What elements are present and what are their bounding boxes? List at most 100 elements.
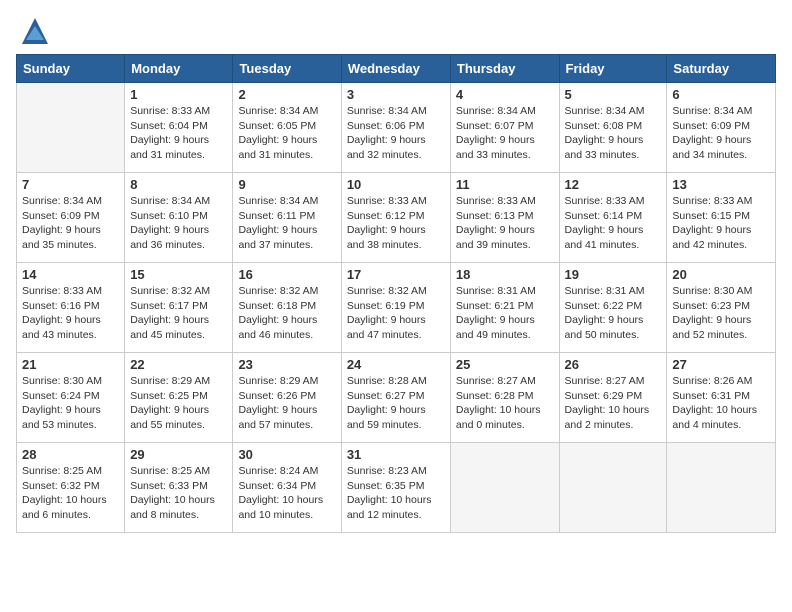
day-info: Sunrise: 8:30 AM Sunset: 6:23 PM Dayligh… [672, 284, 770, 343]
calendar-cell: 22 Sunrise: 8:29 AM Sunset: 6:25 PM Dayli… [125, 353, 233, 443]
calendar-cell: 25 Sunrise: 8:27 AM Sunset: 6:28 PM Dayli… [450, 353, 559, 443]
day-number: 9 [238, 177, 335, 192]
day-number: 21 [22, 357, 119, 372]
day-number: 29 [130, 447, 227, 462]
day-number: 5 [565, 87, 662, 102]
day-number: 26 [565, 357, 662, 372]
calendar-cell [17, 83, 125, 173]
calendar-cell: 21 Sunrise: 8:30 AM Sunset: 6:24 PM Dayli… [17, 353, 125, 443]
calendar-cell: 10 Sunrise: 8:33 AM Sunset: 6:12 PM Dayli… [341, 173, 450, 263]
day-info: Sunrise: 8:33 AM Sunset: 6:14 PM Dayligh… [565, 194, 662, 253]
day-number: 28 [22, 447, 119, 462]
day-info: Sunrise: 8:24 AM Sunset: 6:34 PM Dayligh… [238, 464, 335, 523]
day-info: Sunrise: 8:34 AM Sunset: 6:11 PM Dayligh… [238, 194, 335, 253]
week-row-5: 28 Sunrise: 8:25 AM Sunset: 6:32 PM Dayli… [17, 443, 776, 533]
calendar-cell: 19 Sunrise: 8:31 AM Sunset: 6:22 PM Dayli… [559, 263, 667, 353]
day-info: Sunrise: 8:25 AM Sunset: 6:32 PM Dayligh… [22, 464, 119, 523]
day-info: Sunrise: 8:34 AM Sunset: 6:08 PM Dayligh… [565, 104, 662, 163]
day-info: Sunrise: 8:34 AM Sunset: 6:09 PM Dayligh… [672, 104, 770, 163]
calendar-header-row: SundayMondayTuesdayWednesdayThursdayFrid… [17, 55, 776, 83]
day-number: 20 [672, 267, 770, 282]
day-number: 11 [456, 177, 554, 192]
day-info: Sunrise: 8:29 AM Sunset: 6:26 PM Dayligh… [238, 374, 335, 433]
calendar-cell: 29 Sunrise: 8:25 AM Sunset: 6:33 PM Dayli… [125, 443, 233, 533]
calendar-cell: 18 Sunrise: 8:31 AM Sunset: 6:21 PM Dayli… [450, 263, 559, 353]
header-thursday: Thursday [450, 55, 559, 83]
day-number: 24 [347, 357, 445, 372]
calendar-cell: 3 Sunrise: 8:34 AM Sunset: 6:06 PM Daylig… [341, 83, 450, 173]
day-info: Sunrise: 8:23 AM Sunset: 6:35 PM Dayligh… [347, 464, 445, 523]
calendar-cell: 12 Sunrise: 8:33 AM Sunset: 6:14 PM Dayli… [559, 173, 667, 263]
day-number: 14 [22, 267, 119, 282]
day-number: 18 [456, 267, 554, 282]
calendar-cell: 8Sunrise: 8:34 AM Sunset: 6:10 PM Daylig… [125, 173, 233, 263]
day-number: 31 [347, 447, 445, 462]
calendar-cell: 4 Sunrise: 8:34 AM Sunset: 6:07 PM Daylig… [450, 83, 559, 173]
day-info: Sunrise: 8:27 AM Sunset: 6:28 PM Dayligh… [456, 374, 554, 433]
calendar-cell: 20 Sunrise: 8:30 AM Sunset: 6:23 PM Dayli… [667, 263, 776, 353]
day-number: 3 [347, 87, 445, 102]
calendar-cell [450, 443, 559, 533]
page-header [16, 16, 776, 46]
day-info: Sunrise: 8:33 AM Sunset: 6:16 PM Dayligh… [22, 284, 119, 343]
day-info: Sunrise: 8:33 AM Sunset: 6:13 PM Dayligh… [456, 194, 554, 253]
day-number: 6 [672, 87, 770, 102]
calendar-cell: 17 Sunrise: 8:32 AM Sunset: 6:19 PM Dayli… [341, 263, 450, 353]
day-info: Sunrise: 8:34 AM Sunset: 6:06 PM Dayligh… [347, 104, 445, 163]
day-number: 22 [130, 357, 227, 372]
day-info: Sunrise: 8:32 AM Sunset: 6:19 PM Dayligh… [347, 284, 445, 343]
day-number: 25 [456, 357, 554, 372]
day-number: 1 [130, 87, 227, 102]
day-info: Sunrise: 8:29 AM Sunset: 6:25 PM Dayligh… [130, 374, 227, 433]
day-number: 12 [565, 177, 662, 192]
calendar-cell: 1 Sunrise: 8:33 AM Sunset: 6:04 PM Daylig… [125, 83, 233, 173]
day-info: Sunrise: 8:33 AM Sunset: 6:04 PM Dayligh… [130, 104, 227, 163]
day-number: 16 [238, 267, 335, 282]
calendar-cell: 7 Sunrise: 8:34 AM Sunset: 6:09 PM Daylig… [17, 173, 125, 263]
calendar-cell: 6 Sunrise: 8:34 AM Sunset: 6:09 PM Daylig… [667, 83, 776, 173]
day-info: Sunrise: 8:34 AM Sunset: 6:09 PM Dayligh… [22, 194, 119, 253]
logo [16, 16, 50, 46]
calendar-cell: 9 Sunrise: 8:34 AM Sunset: 6:11 PM Daylig… [233, 173, 341, 263]
day-info: Sunrise: 8:34 AM Sunset: 6:07 PM Dayligh… [456, 104, 554, 163]
calendar-cell: 31 Sunrise: 8:23 AM Sunset: 6:35 PM Dayli… [341, 443, 450, 533]
day-info: Sunrise: 8:28 AM Sunset: 6:27 PM Dayligh… [347, 374, 445, 433]
day-info: Sunrise: 8:25 AM Sunset: 6:33 PM Dayligh… [130, 464, 227, 523]
calendar-cell: 23 Sunrise: 8:29 AM Sunset: 6:26 PM Dayli… [233, 353, 341, 443]
calendar-table: SundayMondayTuesdayWednesdayThursdayFrid… [16, 54, 776, 533]
day-info: Sunrise: 8:31 AM Sunset: 6:22 PM Dayligh… [565, 284, 662, 343]
week-row-4: 21 Sunrise: 8:30 AM Sunset: 6:24 PM Dayli… [17, 353, 776, 443]
week-row-1: 1 Sunrise: 8:33 AM Sunset: 6:04 PM Daylig… [17, 83, 776, 173]
calendar-cell [667, 443, 776, 533]
calendar-cell: 27Sunrise: 8:26 AM Sunset: 6:31 PM Dayli… [667, 353, 776, 443]
header-friday: Friday [559, 55, 667, 83]
header-wednesday: Wednesday [341, 55, 450, 83]
day-number: 7 [22, 177, 119, 192]
day-info: Sunrise: 8:33 AM Sunset: 6:12 PM Dayligh… [347, 194, 445, 253]
day-info: Sunrise: 8:27 AM Sunset: 6:29 PM Dayligh… [565, 374, 662, 433]
calendar-cell: 28 Sunrise: 8:25 AM Sunset: 6:32 PM Dayli… [17, 443, 125, 533]
calendar-cell: 5 Sunrise: 8:34 AM Sunset: 6:08 PM Daylig… [559, 83, 667, 173]
day-info: Sunrise: 8:34 AM Sunset: 6:05 PM Dayligh… [238, 104, 335, 163]
day-info: Sunrise: 8:32 AM Sunset: 6:18 PM Dayligh… [238, 284, 335, 343]
calendar-cell: 24 Sunrise: 8:28 AM Sunset: 6:27 PM Dayli… [341, 353, 450, 443]
day-number: 15 [130, 267, 227, 282]
day-info: Sunrise: 8:31 AM Sunset: 6:21 PM Dayligh… [456, 284, 554, 343]
calendar-cell: 30Sunrise: 8:24 AM Sunset: 6:34 PM Dayli… [233, 443, 341, 533]
calendar-cell: 14 Sunrise: 8:33 AM Sunset: 6:16 PM Dayli… [17, 263, 125, 353]
header-monday: Monday [125, 55, 233, 83]
day-number: 17 [347, 267, 445, 282]
week-row-2: 7 Sunrise: 8:34 AM Sunset: 6:09 PM Daylig… [17, 173, 776, 263]
day-number: 4 [456, 87, 554, 102]
day-number: 23 [238, 357, 335, 372]
day-info: Sunrise: 8:30 AM Sunset: 6:24 PM Dayligh… [22, 374, 119, 433]
calendar-cell: 26 Sunrise: 8:27 AM Sunset: 6:29 PM Dayli… [559, 353, 667, 443]
day-number: 10 [347, 177, 445, 192]
day-number: 8 [130, 177, 227, 192]
calendar-cell: 15Sunrise: 8:32 AM Sunset: 6:17 PM Dayli… [125, 263, 233, 353]
week-row-3: 14 Sunrise: 8:33 AM Sunset: 6:16 PM Dayli… [17, 263, 776, 353]
day-number: 19 [565, 267, 662, 282]
header-sunday: Sunday [17, 55, 125, 83]
calendar-cell: 16 Sunrise: 8:32 AM Sunset: 6:18 PM Dayli… [233, 263, 341, 353]
header-saturday: Saturday [667, 55, 776, 83]
